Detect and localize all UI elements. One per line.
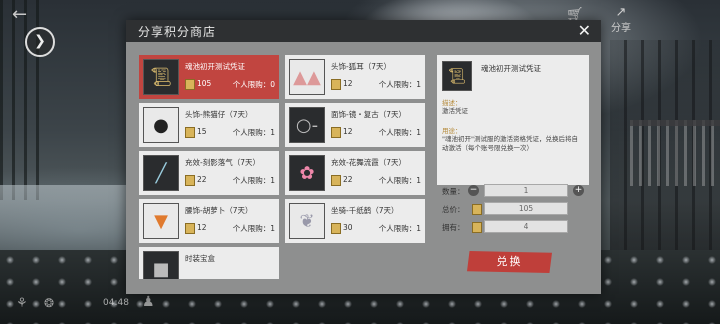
shop-item-carrot[interactable]: ▼ 腰饰-胡萝卜（7天） 12 个人限购：1 xyxy=(139,199,279,243)
share-button[interactable]: ↗ 分享 xyxy=(604,6,638,34)
paper-crane-icon: ❦ xyxy=(289,203,325,239)
points-coin-icon xyxy=(185,79,195,90)
description-text: 激活凭证 xyxy=(442,107,468,115)
exchange-button[interactable]: 兑换 xyxy=(467,251,552,273)
character-icon[interactable]: ♟ xyxy=(142,294,155,310)
item-cost: 22 xyxy=(343,175,353,184)
shop-item-sword-effect[interactable]: ╱ 充效-刻影落气（7天） 22 个人限购：1 xyxy=(139,151,279,195)
shop-item-fox-ears[interactable]: ▲▲ 头饰-狐耳（7天） 12 个人限购：1 xyxy=(285,55,425,99)
shop-item-fashion-box[interactable]: ■ 时装宝盒 xyxy=(139,247,279,279)
item-limit: 个人限购：1 xyxy=(232,176,275,185)
share-label: 分享 xyxy=(611,23,631,34)
item-limit: 个人限购：1 xyxy=(378,80,421,89)
pavilion-railing xyxy=(630,120,720,186)
shop-item-retro-glasses[interactable]: ○- 面饰-镜・复古（7天） 12 个人限购：1 xyxy=(285,103,425,147)
clock-time: 04:48 xyxy=(103,298,129,308)
shop-item-panda-hat[interactable]: ● 头饰-熊猫仔（7天） 15 个人限购：1 xyxy=(139,103,279,147)
panel-header: 分享积分商店 ✕ xyxy=(126,20,601,42)
item-cost: 12 xyxy=(343,79,353,88)
item-name: 充效-刻影落气（7天） xyxy=(185,158,260,167)
points-coin-icon xyxy=(331,127,341,138)
owned-points-row: 拥有： 4 xyxy=(437,220,589,234)
quantity-row: 数量： − 1 + xyxy=(437,184,589,198)
item-name: 魂池初开测试凭证 xyxy=(185,62,245,71)
points-coin-icon xyxy=(185,223,195,234)
shop-item-paper-crane[interactable]: ❦ 坐骑-千纸鹤（7天） 30 个人限购：1 xyxy=(285,199,425,243)
box-icon: ■ xyxy=(143,251,179,279)
usage-text: "魂池初开"测试服的激活资格凭证，兑换后将自动激活（每个账号限兑换一次） xyxy=(442,135,578,152)
close-button[interactable]: ✕ xyxy=(578,21,591,40)
scroll-icon: 📜︎ xyxy=(143,59,179,95)
item-name: 面饰-镜・复古（7天） xyxy=(331,110,406,119)
item-limit: 个人限购：1 xyxy=(232,128,275,137)
item-cost: 12 xyxy=(197,223,207,232)
points-coin-icon xyxy=(331,175,341,186)
total-price-label: 总价： xyxy=(442,205,465,214)
total-price-row: 总价： 105 xyxy=(437,202,589,216)
increase-quantity-button[interactable]: + xyxy=(573,185,584,196)
chevron-right-icon: ❯ xyxy=(34,33,46,49)
item-cost: 12 xyxy=(343,127,353,136)
usage-label: 用途： xyxy=(442,127,462,135)
shop-item-test-voucher[interactable]: 📜︎ 魂池初开测试凭证 105 个人限购：0 xyxy=(139,55,279,99)
item-limit: 个人限购：1 xyxy=(378,128,421,137)
panel-title: 分享积分商店 xyxy=(138,25,217,39)
shop-item-flower-effect[interactable]: ✿ 充效-花舞流霞（7天） 22 个人限购：1 xyxy=(285,151,425,195)
points-coin-icon xyxy=(185,127,195,138)
item-cost: 15 xyxy=(197,127,207,136)
item-limit: 个人限购：1 xyxy=(232,224,275,233)
item-limit: 个人限购：1 xyxy=(378,224,421,233)
item-name: 头饰-熊猫仔（7天） xyxy=(185,110,253,119)
item-name: 头饰-狐耳（7天） xyxy=(331,62,391,71)
scroll-icon: 📜︎ xyxy=(442,61,472,91)
shop-item-grid: 📜︎ 魂池初开测试凭证 105 个人限购：0 ▲▲ 头饰-狐耳（7天） 12 个… xyxy=(139,55,425,279)
item-name: 充效-花舞流霞（7天） xyxy=(331,158,406,167)
points-coin-icon xyxy=(331,223,341,234)
total-price-value: 105 xyxy=(484,202,568,215)
description-label: 描述： xyxy=(442,99,462,107)
quantity-input[interactable]: 1 xyxy=(484,184,568,197)
item-cost: 105 xyxy=(197,79,212,88)
item-name: 坐骑-千纸鹤（7天） xyxy=(331,206,399,215)
pet-icon[interactable]: ⚘ xyxy=(16,296,28,311)
owned-points-label: 拥有： xyxy=(442,223,465,232)
points-coin-icon xyxy=(331,79,341,90)
item-name: 腰饰-胡萝卜（7天） xyxy=(185,206,253,215)
item-name: 时装宝盒 xyxy=(185,254,215,263)
item-detail-pane: 📜︎ 魂池初开测试凭证 描述： 激活凭证 用途： "魂池初开"测试服的激活资格凭… xyxy=(437,55,589,185)
item-cost: 22 xyxy=(197,175,207,184)
share-icon: ↗ xyxy=(615,5,627,20)
points-coin-icon xyxy=(472,222,482,233)
item-cost: 30 xyxy=(343,223,353,232)
points-coin-icon xyxy=(472,204,482,215)
back-arrow-icon[interactable]: ← xyxy=(12,4,27,25)
flower-effect-icon: ✿ xyxy=(289,155,325,191)
quantity-label: 数量： xyxy=(442,187,465,196)
figure-icon[interactable]: ❂ xyxy=(44,296,54,310)
item-limit: 个人限购：1 xyxy=(378,176,421,185)
panda-icon: ● xyxy=(143,107,179,143)
expand-menu-button[interactable]: ❯ xyxy=(25,27,55,57)
glasses-icon: ○- xyxy=(289,107,325,143)
share-points-shop-panel: 分享积分商店 ✕ 📜︎ 魂池初开测试凭证 105 个人限购：0 ▲▲ 头饰-狐耳… xyxy=(126,20,601,294)
points-coin-icon xyxy=(185,175,195,186)
decrease-quantity-button[interactable]: − xyxy=(468,185,479,196)
sword-effect-icon: ╱ xyxy=(143,155,179,191)
detail-item-name: 魂池初开测试凭证 xyxy=(481,64,541,73)
owned-points-value: 4 xyxy=(484,220,568,233)
fox-ears-icon: ▲▲ xyxy=(289,59,325,95)
carrot-icon: ▼ xyxy=(143,203,179,239)
item-limit: 个人限购：0 xyxy=(232,80,275,89)
